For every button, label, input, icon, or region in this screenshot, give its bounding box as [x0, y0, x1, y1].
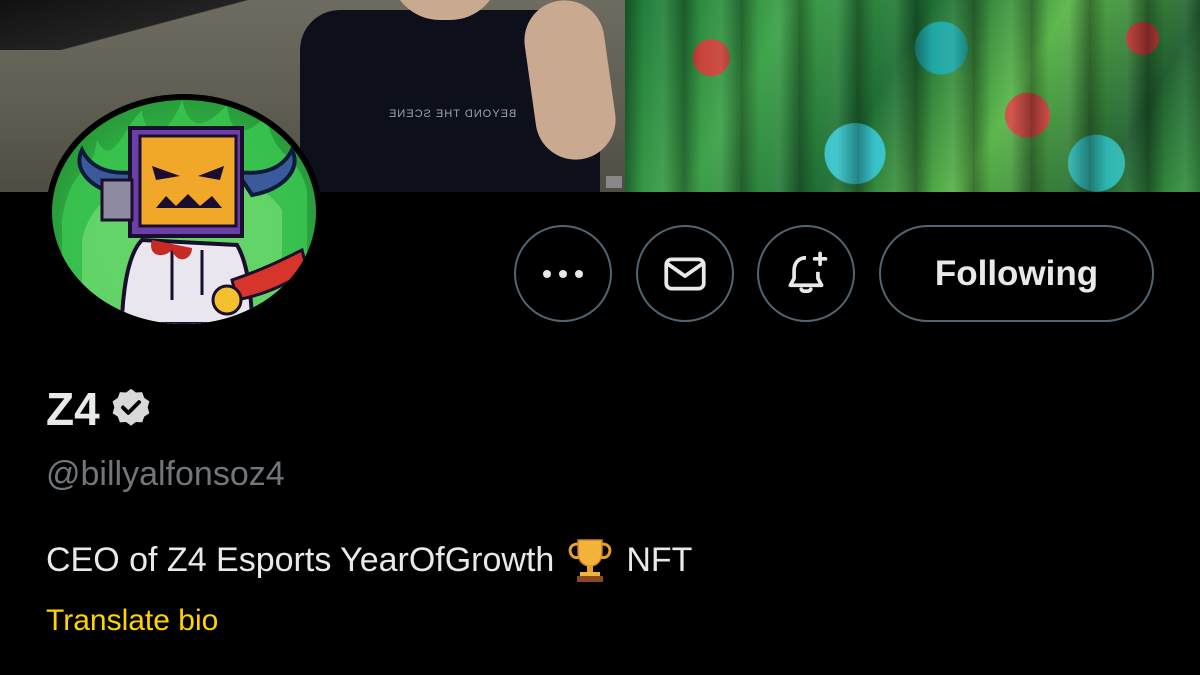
- display-name: Z4: [46, 383, 100, 435]
- avatar-monster-illustration: [62, 100, 309, 324]
- banner-shelf: [0, 0, 260, 50]
- following-button[interactable]: Following: [879, 225, 1154, 322]
- translate-bio-link[interactable]: Translate bio: [46, 604, 218, 638]
- verified-badge-icon[interactable]: [108, 386, 154, 432]
- profile-handle: @billyalfonsoz4: [46, 455, 285, 493]
- notifications-button[interactable]: [757, 225, 855, 322]
- message-button[interactable]: [636, 225, 734, 322]
- more-dots-icon: [543, 269, 583, 278]
- profile-bio: CEO of Z4 Esports YearOfGrowth NFT: [46, 536, 692, 584]
- profile-page: BEYOND THE SCENE Following Z4 @billyalfo…: [0, 0, 1200, 675]
- banner-light-switch: [606, 176, 622, 188]
- bell-plus-icon: [788, 251, 828, 293]
- avatar-image: [52, 100, 316, 324]
- bio-text-end: NFT: [626, 540, 693, 579]
- trophy-icon: [568, 539, 612, 582]
- profile-name-row: Z4: [46, 386, 154, 432]
- envelope-icon: [664, 257, 706, 290]
- bio-text-start: CEO of Z4 Esports YearOfGrowth: [46, 540, 555, 579]
- banner-shirt-print: BEYOND THE SCENE: [388, 108, 517, 120]
- more-options-button[interactable]: [514, 225, 612, 322]
- banner-tropical-curtain: [625, 0, 1200, 192]
- profile-avatar[interactable]: [46, 94, 322, 330]
